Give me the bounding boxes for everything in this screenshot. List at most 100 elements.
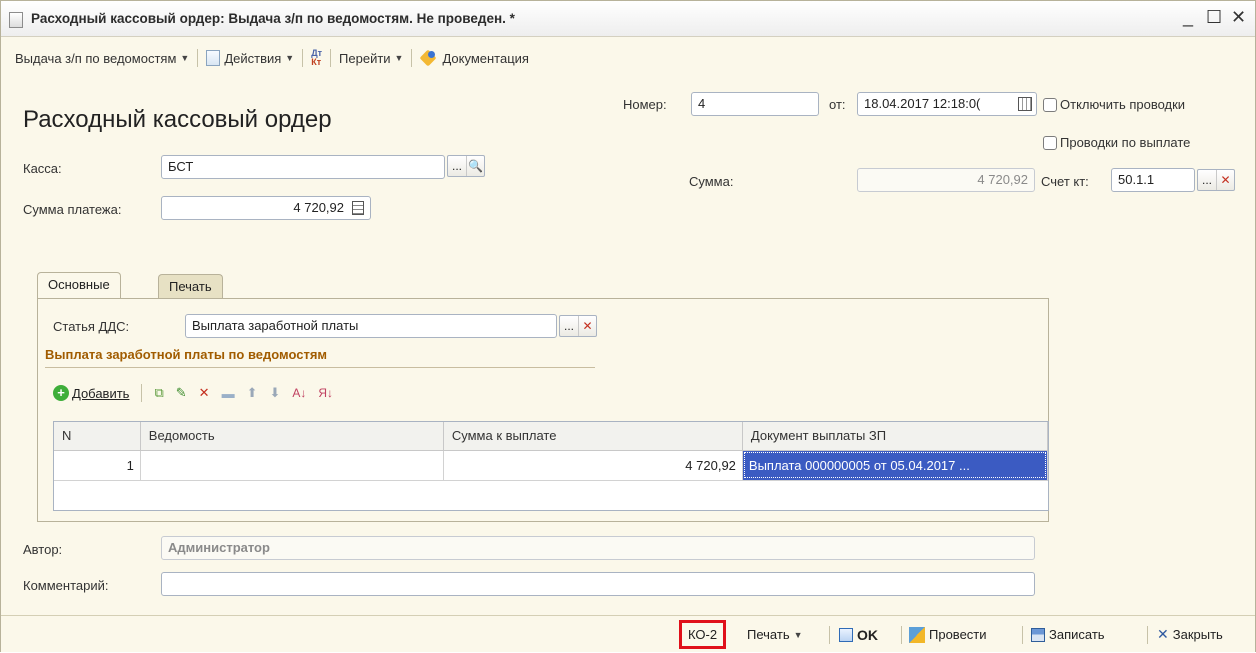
document-icon bbox=[9, 12, 23, 28]
cell-document[interactable]: Выплата 000000005 от 05.04.2017 ... bbox=[742, 450, 1049, 481]
clear-icon[interactable]: ✕ bbox=[1216, 170, 1234, 190]
toolbar-separator bbox=[411, 49, 413, 67]
plus-icon: + bbox=[53, 385, 69, 401]
disable-postings-checkbox[interactable] bbox=[1043, 98, 1057, 112]
post-icon bbox=[909, 626, 925, 643]
number-label: Номер: bbox=[623, 97, 667, 112]
table-toolbar: + Добавить ⧉ ✎ ✕ ▬ ⬆ ⬇ A↓ Я↓ bbox=[53, 382, 333, 404]
form-title: Расходный кассовый ордер bbox=[23, 106, 332, 133]
tab-main[interactable]: Основные bbox=[37, 272, 121, 300]
move-down-icon[interactable]: ⬇ bbox=[269, 385, 280, 401]
ok-button[interactable]: OK bbox=[839, 616, 878, 653]
move-up-icon[interactable]: ⬆ bbox=[247, 385, 258, 401]
title-bar: Расходный кассовый ордер: Выдача з/п по … bbox=[1, 1, 1255, 37]
toolbar-separator bbox=[197, 49, 199, 67]
close-button[interactable]: ✕ Закрыть bbox=[1157, 616, 1223, 653]
edit-icon[interactable]: ✎ bbox=[176, 385, 187, 401]
search-icon[interactable]: 🔍 bbox=[466, 156, 484, 176]
kassa-field[interactable]: БСТ bbox=[161, 155, 445, 179]
calendar-icon[interactable] bbox=[1018, 97, 1032, 111]
tab-print[interactable]: Печать bbox=[158, 274, 223, 301]
sort-asc-icon[interactable]: A↓ bbox=[292, 386, 306, 400]
cell-vedomost[interactable] bbox=[140, 450, 444, 481]
number-field[interactable]: 4 bbox=[691, 92, 819, 116]
account-label: Счет кт: bbox=[1041, 174, 1089, 189]
payment-sum-field[interactable]: 4 720,92 bbox=[161, 196, 371, 220]
toolbar-separator bbox=[302, 49, 304, 67]
save-label: Записать bbox=[1049, 627, 1105, 642]
cell-summa[interactable]: 4 720,92 bbox=[443, 450, 743, 481]
comment-label: Комментарий: bbox=[23, 578, 109, 593]
operation-menu[interactable]: Выдача з/п по ведомостям ▼ bbox=[9, 51, 195, 66]
post-label: Провести bbox=[929, 627, 987, 642]
ellipsis-icon[interactable]: ... bbox=[560, 316, 578, 336]
help-book-icon bbox=[420, 50, 438, 66]
print-label: Печать bbox=[747, 627, 790, 642]
column-header-document[interactable]: Документ выплаты ЗП bbox=[742, 422, 1049, 451]
payment-postings-checkbox[interactable] bbox=[1043, 136, 1057, 150]
column-header-n[interactable]: N bbox=[54, 422, 141, 451]
date-label: от: bbox=[829, 97, 846, 112]
documentation-label: Документация bbox=[442, 50, 529, 66]
dds-label: Статья ДДС: bbox=[53, 319, 130, 334]
ellipsis-icon[interactable]: ... bbox=[448, 156, 466, 176]
chevron-down-icon: ▼ bbox=[285, 53, 295, 63]
comment-field[interactable] bbox=[161, 572, 1035, 596]
close-label: Закрыть bbox=[1172, 627, 1223, 642]
close-window-button[interactable]: ✕ bbox=[1231, 7, 1246, 27]
maximize-button[interactable]: ☐ bbox=[1206, 7, 1222, 27]
toolbar-separator bbox=[141, 384, 143, 402]
ko2-label: КО-2 bbox=[679, 620, 727, 649]
ok-icon bbox=[839, 627, 853, 642]
end-edit-icon[interactable]: ▬ bbox=[222, 386, 235, 401]
add-row-button[interactable]: + Добавить bbox=[53, 385, 129, 401]
actions-menu[interactable]: Действия ▼ bbox=[200, 50, 300, 66]
clear-icon[interactable]: ✕ bbox=[578, 316, 596, 336]
ok-label: OK bbox=[857, 626, 878, 643]
documentation-button[interactable]: Документация bbox=[414, 50, 535, 66]
sort-desc-icon[interactable]: Я↓ bbox=[318, 386, 333, 400]
toolbar-separator bbox=[901, 626, 902, 644]
date-field[interactable]: 18.04.2017 12:18:0( bbox=[857, 92, 1037, 116]
goto-menu-label: Перейти bbox=[339, 50, 391, 66]
add-row-label: Добавить bbox=[72, 385, 130, 401]
toolbar-separator bbox=[829, 626, 830, 644]
sheet-icon bbox=[206, 50, 221, 66]
summa-field: 4 720,92 bbox=[857, 168, 1035, 192]
window-title: Расходный кассовый ордер: Выдача з/п по … bbox=[31, 11, 515, 26]
ellipsis-icon[interactable]: ... bbox=[1198, 170, 1216, 190]
cell-n[interactable]: 1 bbox=[54, 450, 141, 481]
dds-field[interactable]: Выплата заработной платы bbox=[185, 314, 557, 338]
column-header-summa[interactable]: Сумма к выплате bbox=[443, 422, 743, 451]
calculator-icon[interactable] bbox=[352, 201, 364, 215]
chevron-down-icon: ▼ bbox=[180, 53, 190, 63]
chevron-down-icon: ▼ bbox=[394, 53, 404, 63]
disable-postings-label: Отключить проводки bbox=[1060, 97, 1186, 112]
payment-postings-label: Проводки по выплате bbox=[1060, 135, 1191, 150]
account-field[interactable]: 50.1.1 bbox=[1111, 168, 1195, 192]
ko2-button[interactable]: КО-2 bbox=[679, 616, 727, 653]
payment-sum-label: Сумма платежа: bbox=[23, 202, 122, 217]
toolbar-separator bbox=[1022, 626, 1023, 644]
author-label: Автор: bbox=[23, 542, 63, 557]
kassa-label: Касса: bbox=[23, 161, 62, 176]
post-button[interactable]: Провести bbox=[909, 616, 987, 653]
toolbar-separator bbox=[1147, 626, 1148, 644]
chevron-down-icon: ▼ bbox=[793, 629, 803, 640]
vedomosti-table: N Ведомость Сумма к выплате Документ вып… bbox=[53, 421, 1049, 511]
save-button[interactable]: Записать bbox=[1031, 616, 1105, 653]
dds-select-buttons: ... ✕ bbox=[559, 315, 597, 337]
table-row[interactable]: 1 4 720,92 Выплата 000000005 от 05.04.20… bbox=[54, 450, 1049, 481]
copy-row-icon[interactable]: ⧉ bbox=[154, 385, 163, 401]
goto-menu[interactable]: Перейти ▼ bbox=[333, 51, 409, 66]
print-menu[interactable]: Печать ▼ bbox=[747, 616, 803, 653]
table-header-row: N Ведомость Сумма к выплате Документ вып… bbox=[54, 422, 1049, 451]
delete-icon[interactable]: ✕ bbox=[199, 385, 210, 401]
column-header-vedomost[interactable]: Ведомость bbox=[140, 422, 444, 451]
dtkt-button[interactable]: Дт Кт bbox=[305, 49, 328, 67]
kassa-select-buttons: ... 🔍 bbox=[447, 155, 485, 177]
author-field: Администратор bbox=[161, 536, 1035, 560]
section-divider bbox=[45, 367, 595, 368]
command-bar: Выдача з/п по ведомостям ▼ Действия ▼ Дт… bbox=[1, 46, 1255, 70]
minimize-button[interactable]: _ bbox=[1183, 7, 1193, 27]
